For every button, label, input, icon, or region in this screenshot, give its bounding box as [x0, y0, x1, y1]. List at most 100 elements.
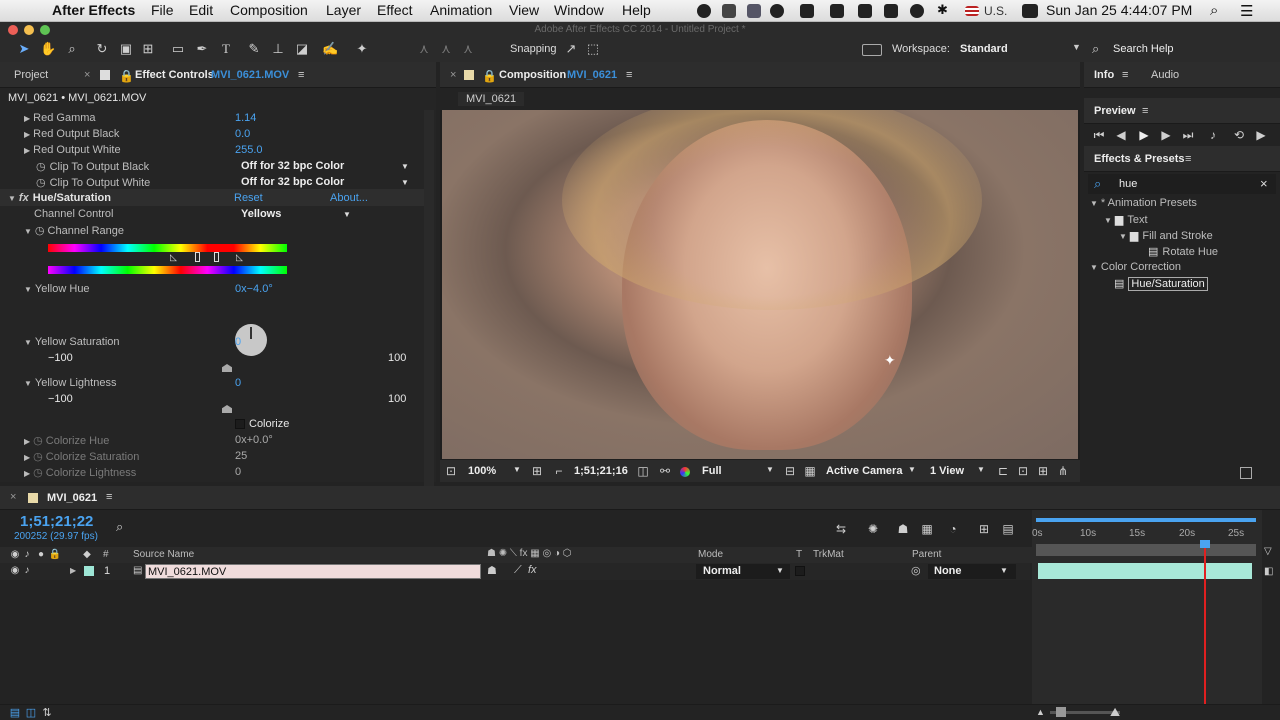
red-output-black-value[interactable]: 0.0: [235, 128, 250, 140]
zoom-tool-icon[interactable]: ⌕: [64, 41, 80, 57]
ram-preview-icon[interactable]: ▶: [1254, 128, 1268, 142]
prop-yellow-hue[interactable]: ▼ Yellow Hue: [24, 283, 90, 295]
yellow-lightness-value[interactable]: 0: [235, 377, 241, 389]
local-axis-icon[interactable]: ⋏: [416, 41, 432, 57]
panel-menu-icon[interactable]: ≡: [1122, 69, 1128, 81]
anchor-point-icon[interactable]: ✦: [884, 352, 896, 369]
snap-extend-icon[interactable]: ⬚: [585, 41, 601, 57]
timeline-search-icon[interactable]: ⌕: [116, 519, 123, 535]
record-icon[interactable]: [697, 4, 711, 18]
close-tab-icon[interactable]: ×: [10, 491, 16, 503]
tree-rotate-hue[interactable]: ▤ Rotate Hue: [1148, 245, 1218, 258]
prop-red-output-black[interactable]: ▶ Red Output Black: [24, 128, 119, 140]
tab-preview[interactable]: Preview: [1094, 105, 1136, 117]
effect-switch-icon[interactable]: fx: [528, 564, 537, 576]
menu-layer[interactable]: Layer: [326, 2, 361, 18]
tab-project[interactable]: Project: [14, 69, 48, 81]
yellow-hue-value[interactable]: 0x−4.0°: [235, 283, 273, 295]
comp-marker-bin-icon[interactable]: ▽: [1264, 546, 1272, 557]
effects-search-field[interactable]: ⌕ hue ×: [1088, 174, 1276, 194]
world-axis-icon[interactable]: ⋏: [438, 41, 454, 57]
panel-menu-icon[interactable]: ≡: [1142, 105, 1148, 117]
layer-switches-icon[interactable]: ▤: [8, 706, 22, 720]
time-machine-icon[interactable]: [910, 4, 924, 18]
camera-dropdown[interactable]: Active Camera: [826, 465, 902, 477]
clone-stamp-tool-icon[interactable]: ⊥: [270, 41, 286, 57]
menu-effect[interactable]: Effect: [377, 2, 413, 18]
effects-search-input[interactable]: hue: [1119, 178, 1137, 190]
layer-label-color[interactable]: [84, 566, 94, 576]
view-axis-icon[interactable]: ⋏: [460, 41, 476, 57]
play-icon[interactable]: ▶: [1137, 128, 1151, 142]
current-time-indicator-head[interactable]: [1200, 540, 1210, 548]
rectangle-tool-icon[interactable]: ▭: [170, 41, 186, 57]
tray-app-icon[interactable]: [722, 4, 736, 18]
audio-icon[interactable]: ♪: [20, 548, 34, 562]
resolution-dropdown[interactable]: Full: [702, 465, 722, 477]
timeline-current-time[interactable]: 1;51;21;22: [20, 513, 93, 530]
pick-whip-icon[interactable]: ◎: [911, 564, 921, 577]
tree-hue-saturation[interactable]: ▤ Hue/Saturation: [1114, 277, 1208, 291]
last-frame-icon[interactable]: ⏭: [1181, 128, 1195, 142]
zoom-window-icon[interactable]: [40, 25, 50, 35]
mask-visibility-icon[interactable]: ⌐: [552, 464, 566, 478]
layer-duration-bar[interactable]: [1038, 563, 1252, 579]
selection-tool-icon[interactable]: ➤: [16, 41, 32, 57]
close-tab-icon[interactable]: ×: [84, 69, 90, 81]
tab-effects-presets[interactable]: Effects & Presets: [1094, 153, 1185, 165]
lock-icon[interactable]: 🔒: [482, 69, 497, 83]
zoom-out-icon[interactable]: ▲: [1036, 707, 1045, 717]
graph-editor-icon[interactable]: ▤: [1001, 522, 1015, 536]
red-output-white-value[interactable]: 255.0: [235, 144, 263, 156]
panel-menu-icon[interactable]: ≡: [1185, 153, 1191, 165]
camera-chevron-down-icon[interactable]: ▼: [908, 465, 916, 474]
workspace-chevron-down-icon[interactable]: ▼: [1072, 42, 1081, 52]
search-help-input[interactable]: Search Help: [1113, 43, 1174, 55]
previous-frame-icon[interactable]: ◀: [1114, 128, 1128, 142]
menu-view[interactable]: View: [509, 2, 539, 18]
show-snapshot-icon[interactable]: ⚯: [658, 464, 672, 478]
pen-tool-icon[interactable]: ✒: [194, 41, 210, 57]
rotate-tool-icon[interactable]: ↻: [94, 41, 110, 57]
snapping-label[interactable]: Snapping: [510, 43, 557, 55]
view-layout-chevron-down-icon[interactable]: ▼: [977, 465, 985, 474]
clip-black-dropdown[interactable]: Off for 32 bpc Color: [241, 160, 344, 172]
grid-app-icon[interactable]: [830, 4, 844, 18]
menu-composition[interactable]: Composition: [230, 2, 308, 18]
channel-control-chevron-down-icon[interactable]: ▼: [343, 210, 351, 219]
safe-margins-icon[interactable]: ⊞: [530, 464, 544, 478]
hide-shy-layers-icon[interactable]: ☗: [896, 522, 910, 536]
transfer-controls-icon[interactable]: ◫: [24, 706, 38, 720]
brainstorm-icon[interactable]: ⊞: [977, 522, 991, 536]
tab-effect-controls[interactable]: Effect Controls: [135, 69, 214, 81]
panel-menu-icon[interactable]: ≡: [298, 69, 304, 81]
time-navigator[interactable]: [1036, 544, 1256, 556]
minimize-window-icon[interactable]: [24, 25, 34, 35]
bluetooth-icon[interactable]: ✱: [937, 2, 948, 18]
tree-fill-and-stroke[interactable]: ▼ ▆ Fill and Stroke: [1119, 229, 1213, 242]
parent-dropdown[interactable]: None ▼: [928, 564, 1016, 579]
workspace-dropdown[interactable]: Standard: [960, 43, 1008, 55]
column-source-name[interactable]: Source Name: [133, 549, 194, 560]
range-right-falloff-handle[interactable]: ◺: [236, 252, 243, 263]
region-of-interest-icon[interactable]: ⊟: [783, 464, 797, 478]
snapshot-icon[interactable]: ◫: [636, 464, 650, 478]
lock-icon[interactable]: 🔒: [48, 548, 62, 562]
hand-tool-icon[interactable]: ✋: [40, 41, 56, 57]
clear-search-icon[interactable]: ×: [1260, 176, 1268, 191]
menu-window[interactable]: Window: [554, 2, 604, 18]
magnification-chevron-down-icon[interactable]: ▼: [513, 465, 521, 474]
audio-icon[interactable]: ♪: [1206, 128, 1220, 142]
camera-tool-icon[interactable]: ▣: [118, 41, 134, 57]
zoom-in-icon[interactable]: ⛰: [1110, 705, 1120, 720]
lock-icon[interactable]: 🔒: [119, 69, 134, 83]
timeline-icon[interactable]: ⊞: [1036, 464, 1050, 478]
clip-black-chevron-down-icon[interactable]: ▼: [401, 162, 409, 171]
time-graph[interactable]: 0s 10s 15s 20s 25s: [1032, 510, 1262, 704]
always-preview-icon[interactable]: ⊡: [444, 464, 458, 478]
search-help-icon[interactable]: ⌕: [1092, 41, 1099, 57]
tree-text[interactable]: ▼ ▆ Text: [1104, 213, 1148, 226]
menu-animation[interactable]: Animation: [430, 2, 492, 18]
loop-icon[interactable]: ⟲: [1232, 128, 1246, 142]
in-out-icon[interactable]: ⇅: [40, 706, 54, 720]
